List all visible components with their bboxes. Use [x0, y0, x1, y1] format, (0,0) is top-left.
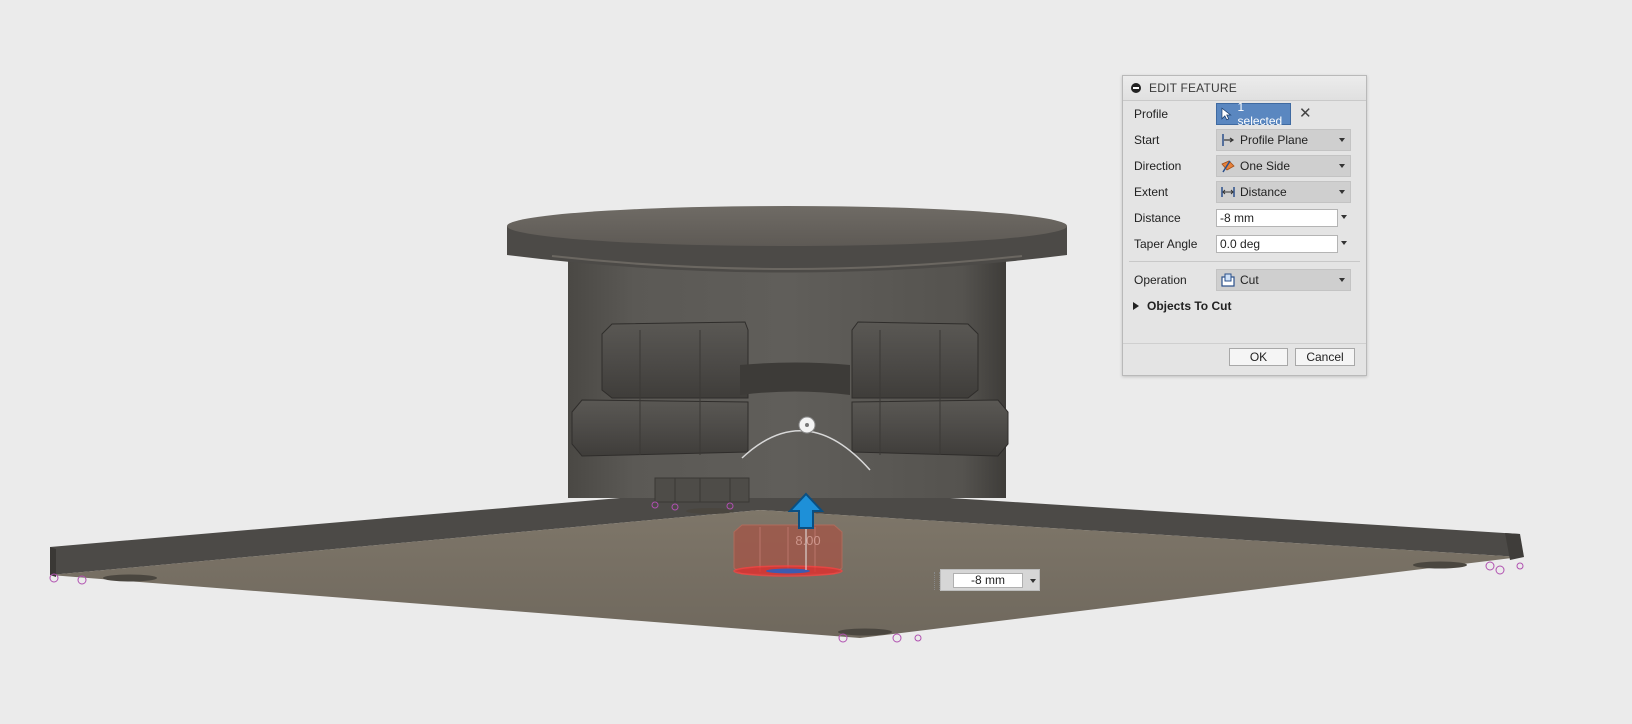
cancel-button[interactable]: Cancel	[1295, 348, 1355, 366]
objects-to-cut-row[interactable]: Objects To Cut	[1123, 295, 1366, 317]
taper-angle-label: Taper Angle	[1134, 237, 1198, 251]
chevron-down-icon[interactable]	[1341, 215, 1347, 219]
cut-icon	[1221, 273, 1235, 287]
expand-triangle-icon	[1133, 302, 1139, 310]
chevron-down-icon[interactable]	[1030, 579, 1036, 583]
direction-dropdown[interactable]: One Side	[1216, 155, 1351, 177]
extent-label: Extent	[1134, 185, 1169, 199]
extrude-preview[interactable]	[733, 524, 843, 577]
chevron-down-icon	[1339, 190, 1345, 194]
profile-row: Profile 1 selected ✕	[1123, 100, 1366, 128]
distance-label: Distance	[1134, 211, 1181, 225]
operation-dropdown[interactable]: Cut	[1216, 269, 1351, 291]
distance-manipulator-box[interactable]: -8 mm	[934, 569, 1040, 591]
taper-angle-row: Taper Angle 0.0 deg	[1123, 233, 1366, 255]
plate-hole	[838, 628, 892, 636]
distance-row: Distance -8 mm	[1123, 207, 1366, 229]
start-value: Profile Plane	[1240, 133, 1309, 147]
edit-feature-dialog: EDIT FEATURE Profile 1 selected ✕ Start …	[1122, 75, 1367, 376]
drag-handle[interactable]	[934, 572, 940, 590]
start-row: Start Profile Plane	[1123, 129, 1366, 151]
cylinder-collar	[654, 477, 750, 503]
dialog-title: EDIT FEATURE	[1149, 81, 1237, 95]
start-label: Start	[1134, 133, 1160, 147]
footer-divider	[1123, 343, 1366, 344]
base-plate-front-edge	[50, 547, 56, 577]
plate-hole	[103, 574, 157, 582]
extent-row: Extent Distance	[1123, 181, 1366, 203]
operation-row: Operation Cut	[1123, 269, 1366, 291]
fin-lower-right	[851, 399, 1009, 457]
fin-upper-right	[851, 321, 979, 399]
objects-to-cut-label: Objects To Cut	[1147, 299, 1232, 313]
chevron-down-icon	[1339, 164, 1345, 168]
chevron-down-icon[interactable]	[1341, 241, 1347, 245]
operation-label: Operation	[1134, 273, 1187, 287]
objects-to-cut-toggle[interactable]: Objects To Cut	[1133, 299, 1231, 313]
canvas-distance-field[interactable]: -8 mm	[953, 573, 1023, 588]
direction-row: Direction One Side	[1123, 155, 1366, 177]
direction-value: One Side	[1240, 159, 1291, 173]
extent-value: Distance	[1240, 185, 1287, 199]
divider	[1129, 261, 1360, 262]
taper-angle-input[interactable]: 0.0 deg	[1216, 235, 1338, 253]
fin-lower-left	[571, 399, 749, 457]
top-flange-face	[507, 206, 1067, 246]
model-dimension-label: 8.00	[795, 533, 820, 548]
fin-upper-left	[601, 321, 749, 399]
profile-label: Profile	[1134, 107, 1169, 121]
cursor-icon	[1221, 107, 1232, 121]
distance-input[interactable]: -8 mm	[1216, 209, 1338, 227]
plate-hole	[1413, 561, 1467, 569]
clear-selection-icon[interactable]: ✕	[1299, 103, 1312, 125]
one-side-icon	[1221, 160, 1235, 173]
profile-plane-icon	[1222, 134, 1235, 146]
plate-hole	[686, 508, 734, 514]
start-dropdown[interactable]: Profile Plane	[1216, 129, 1351, 151]
profile-value: 1 selected	[1237, 100, 1283, 128]
extent-dropdown[interactable]: Distance	[1216, 181, 1351, 203]
chevron-down-icon	[1339, 138, 1345, 142]
operation-value: Cut	[1240, 273, 1259, 287]
3d-viewport[interactable]: 8.00	[0, 0, 1632, 724]
distance-icon	[1221, 187, 1235, 197]
direction-label: Direction	[1134, 159, 1182, 173]
dialog-header: EDIT FEATURE	[1123, 76, 1366, 101]
collapse-icon[interactable]	[1131, 83, 1141, 93]
ok-button[interactable]: OK	[1229, 348, 1288, 366]
chevron-down-icon	[1339, 278, 1345, 282]
profile-selection-button[interactable]: 1 selected	[1216, 100, 1291, 128]
